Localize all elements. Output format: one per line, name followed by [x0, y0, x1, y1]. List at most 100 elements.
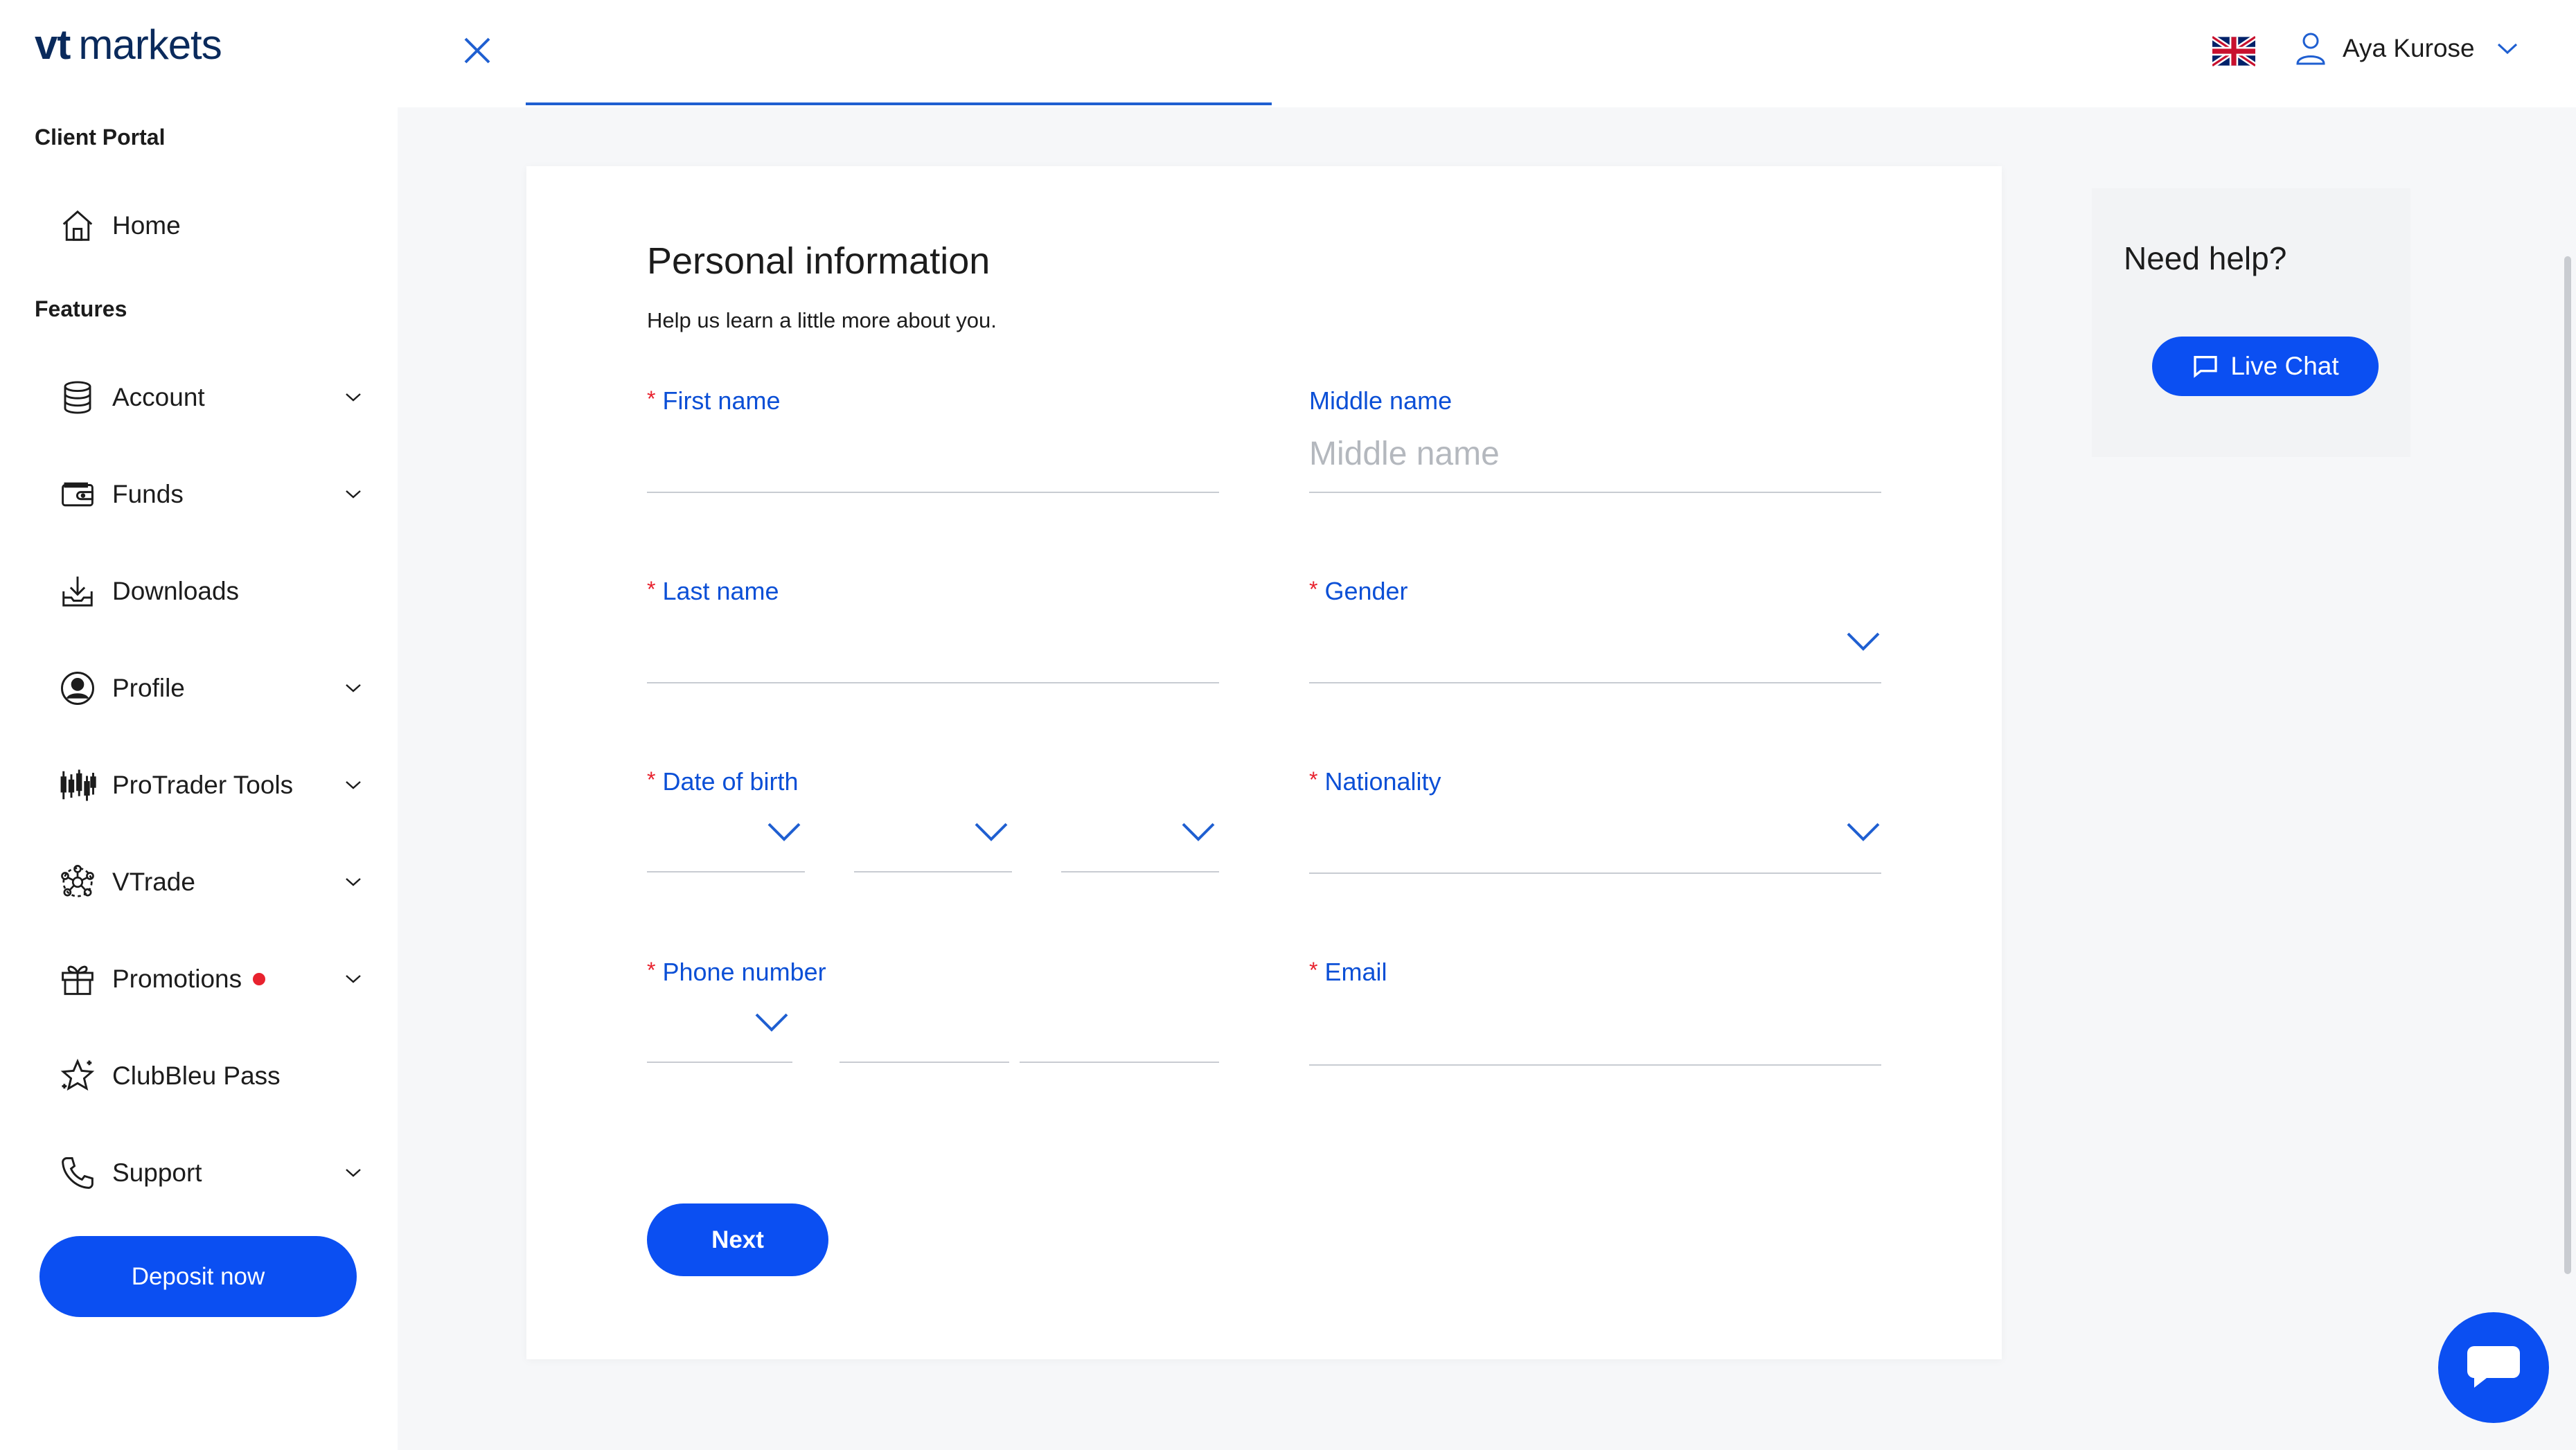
dob-month-select[interactable] [854, 810, 1012, 874]
last-name-input[interactable] [647, 620, 1219, 668]
sidebar-item-label: Downloads [112, 577, 240, 605]
middle-name-label: Middle name [1309, 386, 1453, 415]
phone-country-code-select[interactable] [647, 1001, 792, 1064]
required-marker: * [647, 958, 656, 983]
chevron-down-icon[interactable] [344, 486, 363, 503]
middle-name-underline [1309, 492, 1881, 493]
sidebar-item-label: ProTrader Tools [112, 771, 294, 799]
gender-label: Gender [1324, 577, 1408, 605]
first-name-label: First name [662, 386, 781, 415]
brand-logo[interactable]: vt markets [35, 21, 222, 69]
sidebar-item-home[interactable]: Home [58, 191, 370, 260]
chevron-down-icon[interactable] [344, 874, 363, 890]
chevron-down-icon[interactable] [1180, 821, 1216, 842]
notification-dot [253, 973, 266, 985]
chevron-down-icon[interactable] [344, 971, 363, 987]
chat-launcher-button[interactable] [2438, 1312, 2549, 1423]
sidebar-section-client-portal: Client Portal [35, 125, 166, 150]
wallet-icon [58, 475, 97, 514]
phone-number-field: * Phone number [647, 958, 1219, 1065]
help-panel: Need help? Live Chat [2092, 188, 2410, 457]
page-scrollbar[interactable] [2564, 256, 2571, 1274]
dob-day-select[interactable] [647, 810, 805, 874]
close-icon[interactable] [460, 33, 495, 68]
sidebar-item-label: Account [112, 383, 205, 411]
sidebar-item-funds[interactable]: Funds [58, 460, 370, 529]
next-button[interactable]: Next [647, 1203, 828, 1276]
sidebar-item-vtrade[interactable]: VTrade [58, 848, 370, 917]
chevron-down-icon[interactable] [754, 1012, 790, 1032]
brand-logo-vt: vt [35, 21, 71, 68]
email-field: * Email [1309, 958, 1881, 1066]
user-circle-icon [58, 669, 97, 708]
dob-day-underline [647, 871, 805, 872]
first-name-underline [647, 492, 1219, 493]
chevron-down-icon[interactable] [1845, 631, 1881, 652]
sidebar-item-clubbleu-pass[interactable]: ClubBleu Pass [58, 1041, 370, 1111]
uk-flag-icon[interactable] [2212, 36, 2255, 66]
email-label: Email [1324, 958, 1387, 986]
form-progress-bar [526, 102, 1272, 105]
dob-year-underline [1061, 871, 1219, 872]
brand-logo-markets: markets [78, 21, 222, 68]
gift-icon [58, 960, 97, 999]
sidebar-item-profile[interactable]: Profile [58, 654, 370, 723]
sidebar-item-promotions[interactable]: Promotions [58, 945, 370, 1014]
chevron-down-icon[interactable] [766, 821, 802, 842]
chevron-down-icon[interactable] [344, 680, 363, 697]
email-underline [1309, 1064, 1881, 1066]
phone-number-underline-1 [840, 1062, 1009, 1063]
star-badge-icon [58, 1057, 97, 1095]
nationality-label: Nationality [1324, 767, 1441, 796]
email-input[interactable] [1309, 1003, 1881, 1052]
sidebar-item-protrader-tools[interactable]: ProTrader Tools [58, 751, 370, 820]
phone-number-label: Phone number [662, 958, 826, 986]
dob-year-select[interactable] [1061, 810, 1219, 874]
middle-name-input[interactable] [1309, 429, 1881, 478]
sidebar-item-label: Promotions [112, 965, 242, 993]
sidebar-item-account[interactable]: Account [58, 363, 370, 432]
nationality-select[interactable]: * Nationality [1309, 767, 1881, 875]
user-menu[interactable]: Aya Kurose [2295, 31, 2519, 66]
help-title: Need help? [2124, 240, 2287, 276]
chevron-down-icon[interactable] [973, 821, 1009, 842]
live-chat-button[interactable]: Live Chat [2152, 337, 2379, 396]
sidebar-item-label: ClubBleu Pass [112, 1062, 281, 1090]
phone-icon [58, 1154, 97, 1192]
first-name-field: * First name [647, 386, 1219, 494]
phone-country-code-underline [647, 1062, 792, 1063]
phone-number-input-1[interactable] [840, 1003, 1009, 1052]
chevron-down-icon[interactable] [344, 389, 363, 406]
phone-number-underline-2 [1020, 1062, 1219, 1063]
database-icon [58, 378, 97, 417]
sidebar-item-label: VTrade [112, 868, 195, 896]
required-marker: * [1309, 958, 1318, 983]
chevron-down-icon[interactable] [344, 777, 363, 794]
page-title: Personal information [647, 240, 991, 282]
sidebar-section-features: Features [35, 296, 127, 321]
required-marker: * [647, 386, 656, 411]
user-icon [2296, 33, 2325, 65]
deposit-now-button[interactable]: Deposit now [39, 1236, 357, 1317]
last-name-underline [647, 682, 1219, 683]
phone-number-input-2[interactable] [1020, 1003, 1219, 1052]
chevron-down-icon[interactable] [2496, 39, 2519, 57]
nationality-underline [1309, 872, 1881, 874]
last-name-label: Last name [662, 577, 779, 605]
chevron-down-icon[interactable] [1845, 821, 1881, 842]
chat-bubble-icon [2194, 356, 2218, 378]
top-bar: Aya Kurose [398, 0, 2576, 107]
required-marker: * [647, 577, 656, 602]
sidebar-item-label: Home [112, 211, 181, 240]
sidebar-item-downloads[interactable]: Downloads [58, 557, 370, 626]
sidebar-item-label: Funds [112, 480, 184, 508]
sidebar: vt markets Client Portal Home Features A… [0, 0, 398, 1450]
sidebar-item-support[interactable]: Support [58, 1138, 370, 1208]
first-name-input[interactable] [647, 429, 1219, 478]
gender-select[interactable]: * Gender [1309, 577, 1881, 684]
chevron-down-icon[interactable] [344, 1165, 363, 1181]
required-marker: * [647, 767, 656, 792]
personal-information-card: Personal information Help us learn a lit… [526, 166, 2002, 1359]
user-name: Aya Kurose [2343, 34, 2475, 62]
live-chat-label: Live Chat [2230, 352, 2339, 380]
